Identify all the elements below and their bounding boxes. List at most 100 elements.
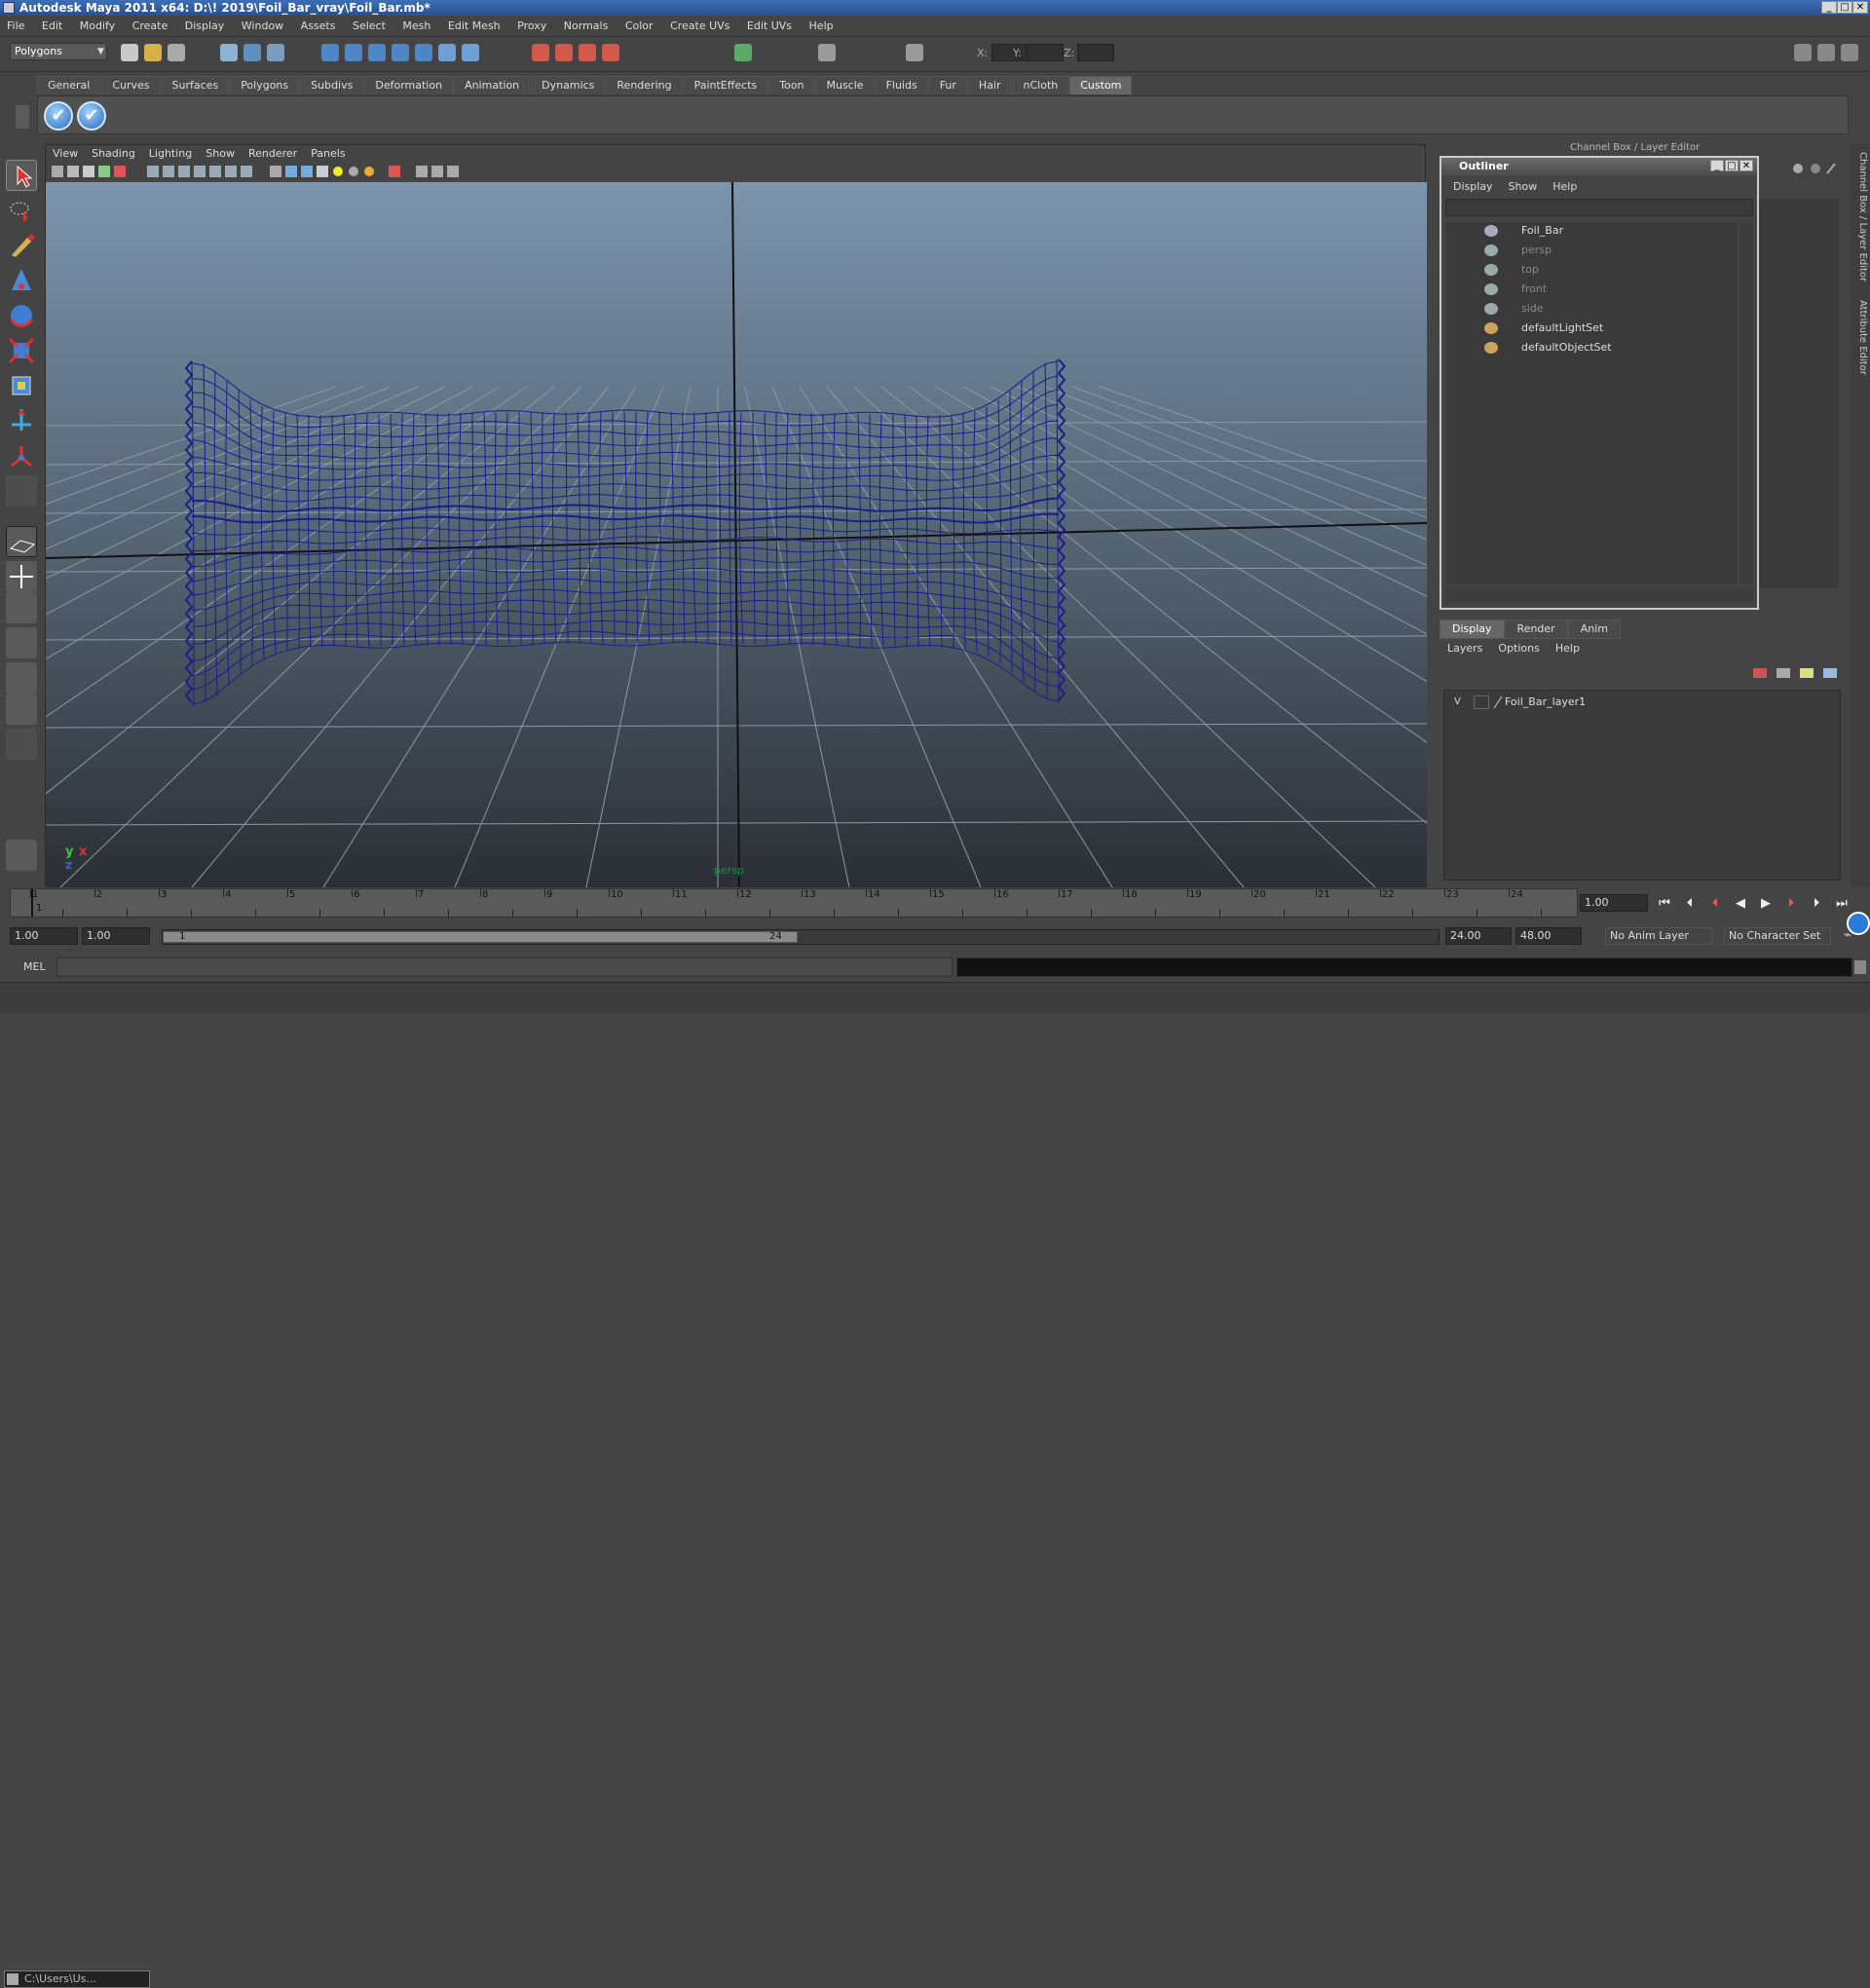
animation-start-field[interactable]: 1.00	[10, 927, 78, 945]
outliner-menu-display[interactable]: Display	[1445, 177, 1501, 197]
go-to-end-button[interactable]: ⏭	[1831, 896, 1852, 912]
select-object-icon[interactable]	[243, 44, 261, 61]
menu-create-uvs[interactable]: Create UVs	[663, 16, 736, 37]
shelf-tab-subdivs[interactable]: Subdivs	[300, 76, 364, 94]
menu-set-dropdown[interactable]: Polygons	[10, 43, 107, 60]
new-layer-selected-icon[interactable]	[1823, 668, 1837, 678]
four-view-layout-icon[interactable]	[6, 561, 37, 592]
shelf-tab-general[interactable]: General	[37, 76, 101, 94]
playback-end-field[interactable]: 24.00	[1445, 927, 1512, 945]
shelf-tab-rendering[interactable]: Rendering	[606, 76, 683, 94]
input-line-icon[interactable]	[734, 44, 752, 61]
snap-curve-icon[interactable]	[345, 44, 362, 61]
shelf-tab-surfaces[interactable]: Surfaces	[161, 76, 230, 94]
shelf-tab-dynamics[interactable]: Dynamics	[531, 76, 606, 94]
outliner-title-bar[interactable]: Outliner _ □ ✕	[1441, 158, 1757, 175]
move-tool-icon[interactable]	[6, 265, 37, 296]
layer-type-toggle[interactable]	[1474, 695, 1489, 709]
shelf-tab-hair[interactable]: Hair	[967, 76, 1012, 94]
step-forward-key-button[interactable]: ⏵	[1806, 896, 1827, 912]
menu-edit-mesh[interactable]: Edit Mesh	[441, 16, 507, 37]
maximize-button[interactable]: □	[1837, 1, 1852, 14]
side-tab-channel-box[interactable]: Channel Box / Layer Editor	[1852, 152, 1868, 281]
shelf-tab-ncloth[interactable]: nCloth	[1012, 76, 1069, 94]
menu-assets[interactable]: Assets	[294, 16, 343, 37]
menu-select[interactable]: Select	[346, 16, 393, 37]
move-layer-down-icon[interactable]	[1776, 668, 1790, 678]
snap-grid-icon[interactable]	[321, 44, 339, 61]
shelf-menu-icon[interactable]	[16, 105, 29, 129]
shelf-tab-animation[interactable]: Animation	[454, 76, 531, 94]
outliner-horizontal-scrollbar[interactable]	[1445, 588, 1753, 602]
menu-create[interactable]: Create	[126, 16, 175, 37]
render-pass-icon[interactable]	[6, 840, 37, 871]
playback-start-field[interactable]: 1.00	[82, 927, 150, 945]
persp-graph-outliner-layout-icon[interactable]	[6, 694, 37, 725]
step-back-frame-button[interactable]: ⏴	[1704, 896, 1726, 912]
select-component-icon[interactable]	[267, 44, 284, 61]
layer-menu-options[interactable]: Options	[1490, 639, 1547, 658]
range-slider[interactable]: 1 24	[162, 929, 1440, 945]
menu-window[interactable]: Window	[235, 16, 290, 37]
range-slider-thumb[interactable]: 1 24	[163, 931, 798, 943]
play-backwards-button[interactable]: ◀	[1730, 896, 1751, 912]
new-layer-icon[interactable]	[1800, 668, 1814, 678]
move-layer-up-icon[interactable]	[1753, 668, 1767, 678]
shelf-tab-toon[interactable]: Toon	[768, 76, 815, 94]
scale-tool-icon[interactable]	[6, 335, 37, 366]
shelf-tab-deformation[interactable]: Deformation	[364, 76, 454, 94]
new-scene-icon[interactable]	[121, 44, 138, 61]
character-set-dropdown[interactable]: No Character Set	[1724, 927, 1831, 945]
shelf-tab-fluids[interactable]: Fluids	[875, 76, 928, 94]
custom-shelf-button-1[interactable]: ✔	[44, 101, 73, 131]
step-back-key-button[interactable]: ⏴	[1679, 896, 1701, 912]
layer-color-swatch[interactable]	[1493, 695, 1503, 709]
go-to-start-button[interactable]: ⏮	[1654, 896, 1675, 912]
tool-settings-toggle-icon[interactable]	[1841, 44, 1858, 61]
shelf-tab-fur[interactable]: Fur	[928, 76, 967, 94]
z-field[interactable]	[1077, 44, 1114, 61]
menu-display[interactable]: Display	[178, 16, 232, 37]
ipr-render-icon[interactable]	[579, 44, 596, 61]
viewport-menu-shading[interactable]: Shading	[85, 145, 142, 163]
single-perspective-layout-icon[interactable]	[6, 526, 37, 557]
viewport-menu-lighting[interactable]: Lighting	[142, 145, 199, 163]
outliner-menu-show[interactable]: Show	[1501, 177, 1546, 197]
layer-tab-display[interactable]: Display	[1440, 619, 1505, 639]
scene-canvas[interactable]	[46, 182, 1427, 887]
menu-mesh[interactable]: Mesh	[395, 16, 437, 37]
render-settings-icon[interactable]	[602, 44, 619, 61]
x-field[interactable]	[991, 44, 1028, 61]
relative-icon[interactable]	[906, 44, 923, 61]
layer-row[interactable]: V Foil_Bar_layer1	[1450, 694, 1844, 710]
time-slider[interactable]: 1 1 2 3 4 5 6 7 8 9 10 11 12 13 14 15 16 17 18 19 20 21 22 23 2…	[10, 888, 1578, 918]
side-tab-attribute-editor[interactable]: Attribute Editor	[1852, 300, 1868, 375]
attribute-editor-toggle-icon[interactable]	[1794, 44, 1812, 61]
outliner-vertical-scrollbar[interactable]	[1739, 222, 1753, 584]
shelf-tab-polygons[interactable]: Polygons	[230, 76, 300, 94]
menu-edit-uvs[interactable]: Edit UVs	[740, 16, 799, 37]
menu-normals[interactable]: Normals	[557, 16, 616, 37]
help-icon[interactable]	[462, 44, 479, 61]
last-tool-icon[interactable]	[6, 475, 37, 506]
panel-toolbar-icons[interactable]	[46, 163, 552, 180]
persp-outliner-layout-icon[interactable]	[6, 592, 37, 623]
shelf-tab-curves[interactable]: Curves	[101, 76, 161, 94]
viewport-menu-show[interactable]: Show	[199, 145, 242, 163]
teamviewer-icon[interactable]	[1847, 912, 1870, 935]
snap-plane-icon[interactable]	[392, 44, 409, 61]
command-input[interactable]	[56, 957, 953, 977]
viewport-menu-renderer[interactable]: Renderer	[242, 145, 304, 163]
save-scene-icon[interactable]	[168, 44, 185, 61]
current-time-field[interactable]: 1.00	[1580, 894, 1648, 912]
rotate-tool-icon[interactable]	[6, 300, 37, 331]
soft-mod-tool-icon[interactable]	[6, 405, 37, 436]
history-icon[interactable]	[438, 44, 456, 61]
shelf-tab-custom[interactable]: Custom	[1069, 76, 1133, 94]
outliner-menu-help[interactable]: Help	[1545, 177, 1585, 197]
perspective-viewport[interactable]: y x z persp	[46, 182, 1427, 887]
channel-box-icons[interactable]	[1790, 162, 1839, 175]
menu-modify[interactable]: Modify	[73, 16, 122, 37]
taskbar-window-button[interactable]: C:\Users\Us...	[4, 1970, 150, 1988]
hypershade-layout-icon[interactable]	[6, 662, 37, 694]
